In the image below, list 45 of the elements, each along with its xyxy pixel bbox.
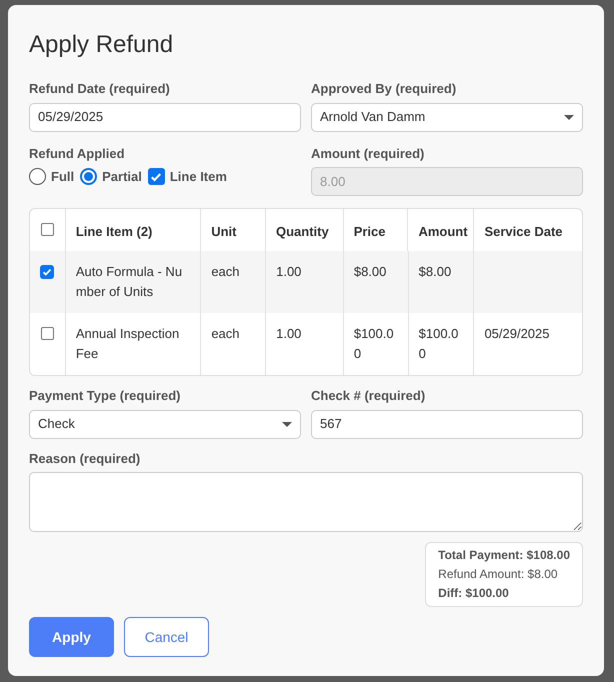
cancel-button[interactable]: Cancel: [124, 617, 209, 657]
summary-line: Refund Amount: $8.00: [438, 566, 559, 583]
summary-line: Diff: $100.00: [438, 585, 510, 602]
table-cell-text: Annual Inspection Fee: [76, 325, 180, 363]
table-cell-text: each: [211, 325, 241, 343]
table-row[interactable]: Auto Formula - Number of Units each 1.00 $8.00 $8.00: [30, 251, 582, 313]
approver-dropdown[interactable]: Arnold Van Damm: [311, 102, 583, 132]
check-number-field[interactable]: 567: [311, 410, 583, 438]
summary-line: Total Payment: $108.00: [438, 547, 570, 564]
checkbox[interactable]: [40, 223, 54, 236]
checkbox[interactable]: [40, 265, 54, 279]
field-label: Payment Type (required): [29, 387, 182, 405]
table-cell-text: each: [211, 263, 241, 281]
table-cell-text: 05/29/2025: [484, 325, 551, 343]
table-cell-text: $8.00: [418, 263, 452, 281]
table-cell-text: $100.00: [418, 325, 460, 363]
option-label: Full: [51, 168, 74, 186]
table-cell-text: $8.00: [354, 263, 388, 281]
option-label: Partial: [102, 168, 142, 186]
option-label: Line Item: [170, 168, 227, 186]
checkmark-icon: [42, 267, 52, 277]
caret-icon: [564, 114, 574, 120]
field-label: Refund Date (required): [29, 80, 171, 98]
dialog-title: Apply Refund: [29, 33, 174, 57]
radio-button[interactable]: [29, 168, 46, 186]
table-cell-text: $100.00: [354, 325, 395, 363]
table-cell-text: 1.00: [276, 325, 302, 343]
checkbox[interactable]: [40, 327, 54, 340]
date-field[interactable]: 05/29/2025: [29, 102, 301, 132]
table-row[interactable]: Annual Inspection Fee each 1.00 $100.00 $100.00 05/29/2025: [30, 313, 582, 375]
apply-button[interactable]: Apply: [29, 617, 114, 657]
field-label: Check # (required): [311, 387, 426, 405]
checkmark-icon: [150, 170, 162, 183]
field-label: Approved By (required): [311, 80, 458, 98]
field-label: Refund Applied: [29, 144, 126, 163]
checkbox[interactable]: [148, 168, 165, 186]
column-header: Service Date: [483, 223, 564, 241]
payment-type-dropdown[interactable]: Check: [29, 410, 301, 438]
field-label: Amount (required): [311, 144, 426, 163]
table-cell-text: 1.00: [276, 263, 302, 281]
reason-field[interactable]: [29, 472, 583, 532]
field-label: Reason (required): [29, 450, 142, 468]
radio-button[interactable]: [80, 168, 98, 186]
table-cell-text: Auto Formula - Number of Units: [76, 263, 184, 301]
caret-icon: [282, 422, 292, 426]
